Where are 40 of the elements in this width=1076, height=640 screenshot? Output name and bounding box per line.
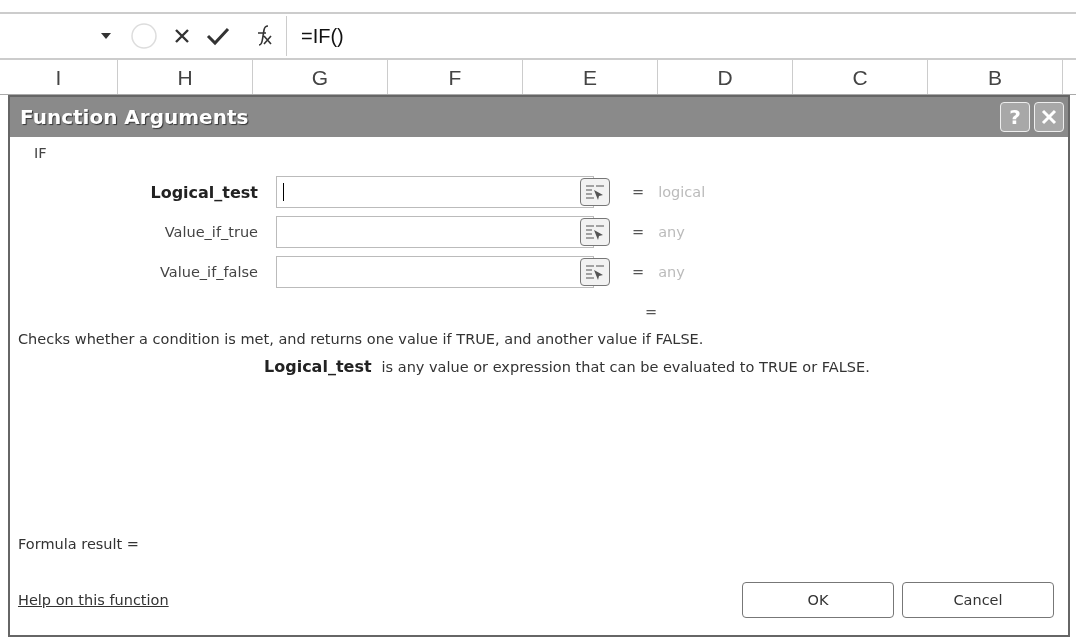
checkmark-icon[interactable]: [206, 26, 230, 46]
dialog-button[interactable]: OK: [742, 582, 894, 618]
argument-label: Value_if_false: [159, 264, 259, 280]
argument-type: any: [658, 224, 685, 240]
argument-field[interactable]: [276, 176, 594, 208]
argument-type: logical: [658, 184, 706, 200]
function-name: IF: [34, 145, 47, 161]
column-header[interactable]: G: [253, 60, 388, 94]
argument-type: any: [658, 264, 685, 280]
argument-field[interactable]: [276, 216, 594, 248]
column-header[interactable]: I: [0, 60, 118, 94]
function-description: Checks whether a condition is met, and returns one value if TRUE, and another value if FALSE.: [18, 331, 705, 347]
range-picker-button[interactable]: [580, 218, 610, 246]
range-picker-icon: [584, 263, 606, 281]
column-header[interactable]: E: [523, 60, 658, 94]
equals-sign: =: [632, 264, 645, 280]
argument-field[interactable]: [276, 256, 594, 288]
argument-label: Value_if_true: [163, 224, 259, 240]
close-icon: [1041, 109, 1057, 125]
formula-text[interactable]: =IF(): [301, 24, 344, 48]
range-picker-button[interactable]: [580, 258, 610, 286]
argument-description: is any value or expression that can be evaluated to TRUE or FALSE.: [381, 359, 870, 375]
dropdown-caret-icon[interactable]: [100, 32, 112, 40]
equals-sign: =: [632, 184, 645, 200]
range-picker-icon: [584, 223, 606, 241]
range-picker-icon: [584, 183, 606, 201]
argument-label: Logical_test: [149, 182, 259, 202]
column-header[interactable]: F: [388, 60, 523, 94]
column-header[interactable]: B: [928, 60, 1063, 94]
column-header[interactable]: H: [118, 60, 253, 94]
column-header[interactable]: D: [658, 60, 793, 94]
help-link[interactable]: Help on this function: [18, 592, 734, 608]
equals-sign: =: [645, 304, 658, 320]
equals-sign: =: [632, 224, 645, 240]
dialog-title: Function Arguments: [20, 105, 250, 129]
range-picker-button[interactable]: [580, 178, 610, 206]
formula-result: Formula result =: [18, 536, 140, 552]
dialog-button[interactable]: Cancel: [902, 582, 1054, 618]
column-header[interactable]: C: [793, 60, 928, 94]
argument-name: Logical_test: [264, 357, 372, 376]
